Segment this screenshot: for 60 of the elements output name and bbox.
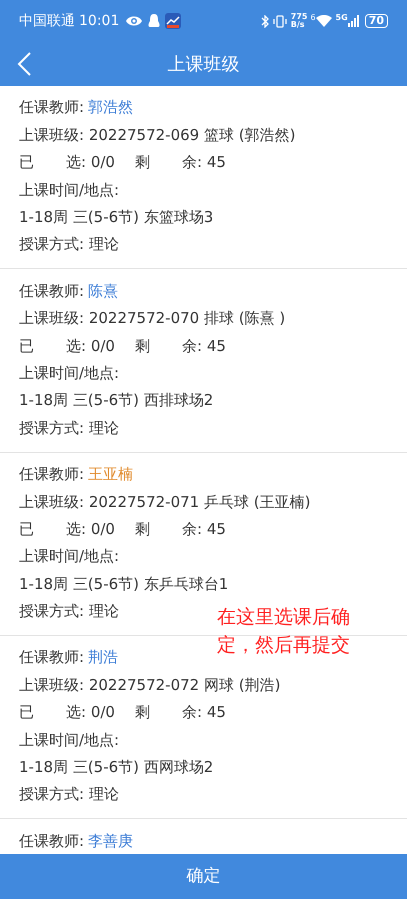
schedule-text: 1-18周 三(5-6节) 东篮球场3 — [19, 207, 214, 228]
annotation-text: 在这里选课后确定，然后再提交 — [217, 605, 351, 658]
time-location-label: 上课时间/地点: — [19, 180, 120, 201]
remaining-label: 剩 — [135, 336, 151, 357]
teacher-label: 任课教师: — [19, 464, 84, 486]
teacher-name[interactable]: 李善庚 — [88, 830, 134, 852]
confirm-button[interactable]: 确定 — [0, 854, 407, 899]
clock-text: 10:01 — [79, 12, 120, 30]
remaining-count: 余: 45 — [182, 518, 226, 540]
battery-indicator: 70 — [364, 14, 388, 28]
selected-count: 选: 0/0 — [66, 152, 116, 174]
teacher-name[interactable]: 郭浩然 — [88, 96, 134, 119]
selected-label: 已 — [19, 336, 35, 357]
vibrate-icon — [272, 14, 287, 28]
teacher-label: 任课教师: — [19, 280, 84, 302]
speed-unit: B/s — [290, 21, 306, 29]
schedule-text: 1-18周 三(5-6节) 西排球场2 — [19, 390, 214, 412]
selected-count: 选: 0/0 — [66, 336, 116, 357]
eye-icon — [125, 15, 144, 27]
wifi-standard-label: 6 — [310, 12, 316, 24]
class-info: 上课班级: 20227572-069 篮球 (郭浩然) — [19, 124, 296, 146]
remaining-label: 剩 — [135, 152, 151, 174]
back-icon — [16, 52, 32, 76]
selected-count: 选: 0/0 — [66, 702, 116, 724]
network-type: 5G — [336, 12, 348, 24]
selected-label: 已 — [19, 702, 35, 724]
teaching-mode: 授课方式: 理论 — [19, 418, 119, 439]
time-location-label: 上课时间/地点: — [19, 546, 120, 568]
teacher-label: 任课教师: — [19, 97, 84, 118]
teacher-name[interactable]: 王亚楠 — [88, 463, 134, 486]
schedule-text: 1-18周 三(5-6节) 西网球场2 — [19, 757, 214, 778]
time-location-label: 上课时间/地点: — [19, 730, 120, 751]
teacher-name[interactable]: 陈熹 — [88, 280, 118, 302]
teaching-mode: 授课方式: 理论 — [19, 784, 119, 806]
selected-label: 已 — [19, 518, 35, 540]
speed-value: 775 — [290, 13, 308, 21]
bluetooth-icon — [260, 14, 269, 28]
signal-icon — [348, 15, 360, 27]
class-info: 上课班级: 20227572-070 排球 (陈熹 ) — [19, 308, 286, 330]
page-title: 上课班级 — [168, 52, 240, 76]
remaining-count: 余: 45 — [182, 336, 226, 357]
teacher-name[interactable]: 荆浩 — [88, 646, 118, 669]
teacher-label: 任课教师: — [19, 647, 84, 668]
remaining-label: 剩 — [135, 702, 151, 724]
teaching-mode: 授课方式: 理论 — [19, 601, 119, 622]
wifi-icon — [316, 15, 332, 27]
app-icon — [165, 13, 182, 29]
time-location-label: 上课时间/地点: — [19, 362, 120, 384]
remaining-count: 余: 45 — [182, 152, 226, 174]
teacher-label: 任课教师: — [19, 830, 84, 852]
carrier-text: 中国联通 — [19, 12, 75, 30]
back-button[interactable] — [16, 52, 32, 76]
remaining-label: 剩 — [135, 518, 151, 540]
selected-count: 选: 0/0 — [66, 518, 116, 540]
selected-label: 已 — [19, 152, 35, 174]
class-info: 上课班级: 20227572-071 乒乓球 (王亚楠) — [19, 492, 310, 513]
remaining-count: 余: 45 — [182, 702, 226, 724]
teaching-mode: 授课方式: 理论 — [19, 234, 119, 256]
schedule-text: 1-18周 三(5-6节) 东乒乓球台1 — [19, 574, 228, 595]
class-info: 上课班级: 20227572-072 网球 (荆浩) — [19, 674, 280, 696]
